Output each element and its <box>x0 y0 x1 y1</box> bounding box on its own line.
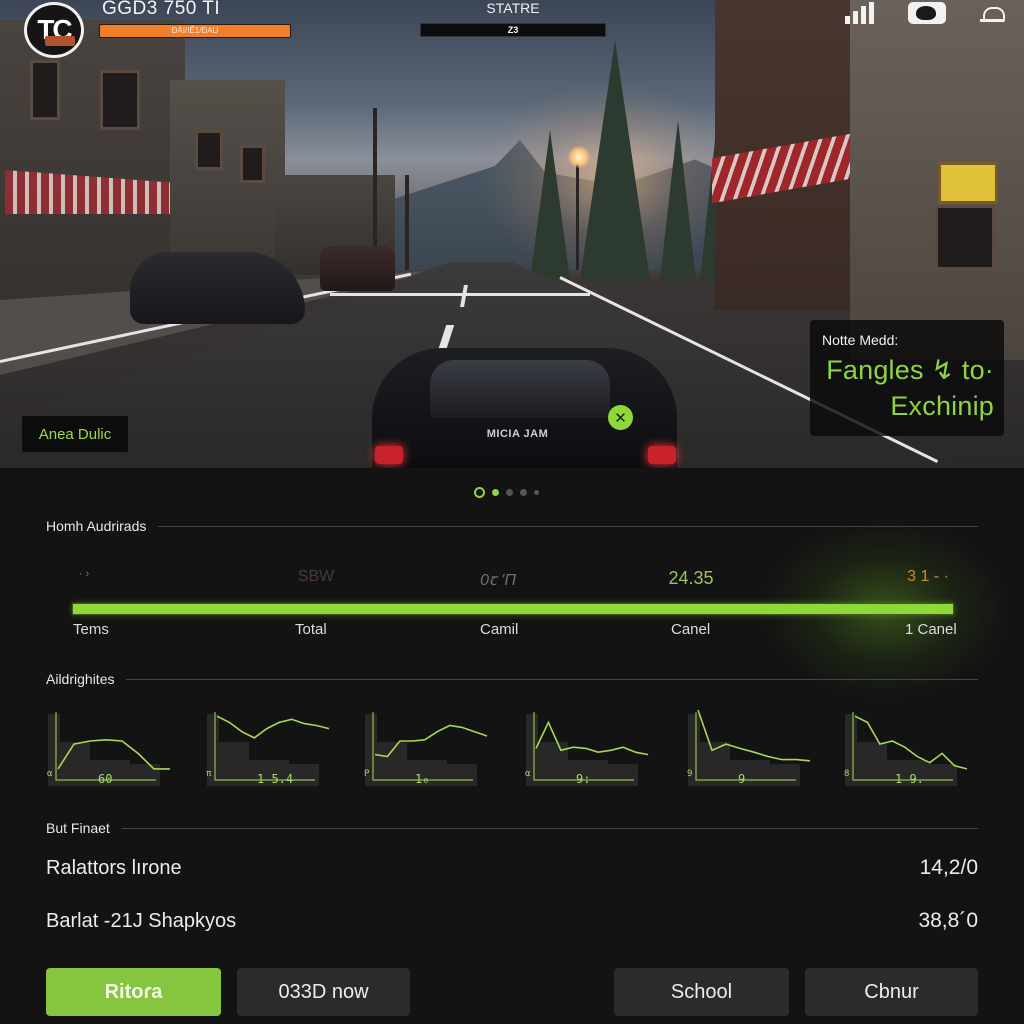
summary-label: 1 Canel <box>905 621 957 638</box>
chart-value-label: 1₀ <box>415 772 430 786</box>
chart-axis-label: 9 <box>687 769 692 779</box>
chart-bg-block <box>289 764 319 786</box>
highlight-charts: α 60 π 1 5.4 P 1₀ α 9: 9 9 8 1 9. <box>0 702 1024 794</box>
chart-line <box>216 715 330 739</box>
summary-label: Camil <box>480 621 519 638</box>
window <box>100 70 140 130</box>
utility-pole <box>405 175 409 270</box>
player-car-window <box>430 360 610 418</box>
chart-axis-label: α <box>525 769 531 779</box>
window <box>935 205 995 270</box>
details-title: But Finaet <box>46 820 110 836</box>
sparkline-chart[interactable]: α 9: <box>524 702 654 792</box>
detail-row: Ralattors lırone 14,2/0 <box>46 856 978 880</box>
hud-title: GGD3 750 TI <box>102 0 221 19</box>
notice-line-1: Fangles ↯ to· <box>826 355 994 385</box>
divider <box>126 678 978 680</box>
chart-bg-block <box>447 764 477 786</box>
window <box>30 60 60 120</box>
crosswalk-line <box>330 293 590 296</box>
gamepad-icon[interactable] <box>908 2 946 24</box>
summary-label: Tems <box>73 621 109 638</box>
chart-value-label: 9: <box>576 772 591 786</box>
hud-icon-tray <box>845 2 1005 24</box>
chart-value-label: 1 9. <box>895 772 924 786</box>
sparkline-chart[interactable]: 99 <box>686 702 816 792</box>
parked-car <box>130 252 305 324</box>
area-label: Anea Dulic <box>22 416 128 452</box>
carousel-dot[interactable] <box>520 489 527 496</box>
carousel-dot[interactable] <box>534 490 539 495</box>
notice-panel: Notte Medd: Fangles ↯ to· Exchinip <box>810 320 1004 436</box>
chart-axis-label: π <box>206 769 212 779</box>
sparkline-chart[interactable]: P 1₀ <box>363 702 493 792</box>
sparkline-chart[interactable]: 8 1 9. <box>843 702 973 792</box>
notice-body: Fangles ↯ to· Exchinip <box>820 352 994 424</box>
chart-bg-block <box>770 764 800 786</box>
chart-value-label: 60 <box>98 772 113 786</box>
taillight-right <box>648 446 676 464</box>
sparkline-chart[interactable]: α 60 <box>46 702 176 792</box>
primary-action-button[interactable]: Ritoɾa <box>46 968 221 1016</box>
window <box>240 145 265 183</box>
chart-bg-block <box>927 764 957 786</box>
carousel-dot[interactable] <box>492 489 499 496</box>
divider <box>121 827 978 829</box>
detail-key: Barlat -21J Shapkyos <box>46 909 237 932</box>
secondary-action-button[interactable]: 033D now <box>237 968 410 1016</box>
signal-icon[interactable] <box>845 2 874 24</box>
carousel-dot[interactable] <box>506 489 513 496</box>
summary-progress-bar <box>72 603 954 615</box>
sparkline-chart[interactable]: π 1 5.4 <box>205 702 335 792</box>
state-value: Z3 <box>420 23 606 37</box>
window <box>195 130 223 170</box>
summary-value: SBW <box>297 568 335 585</box>
street-lamp-pole <box>576 160 579 270</box>
summary-values: · › SBW 0ꞇ 'Π 24.35 3 1 - · <box>0 568 1024 589</box>
logo-emblem-icon <box>45 36 75 46</box>
summary-value: 3 1 - · <box>907 568 949 585</box>
chart-line <box>374 724 488 758</box>
school-button[interactable]: School <box>614 968 789 1016</box>
street-lamp-light <box>568 146 590 168</box>
taillight-left <box>375 446 403 464</box>
details-section-header: But Finaet <box>46 820 978 836</box>
detail-value: 14,2/0 <box>919 856 978 879</box>
summary-title: Homh Audrirads <box>46 518 147 534</box>
chart-value-label: 9 <box>738 772 746 786</box>
chart-bg-block <box>730 760 770 786</box>
detail-row: Barlat -21J Shapkyos 38,8´0 <box>46 909 978 933</box>
hud-progress-bar: ĐÀI/IẾ1/ĐAU <box>99 24 291 38</box>
summary-value: · › <box>78 568 90 580</box>
detail-value: 38,8´0 <box>918 909 978 932</box>
notice-line-2: Exchinip <box>890 391 994 421</box>
yellow-shop-sign <box>938 162 998 204</box>
highlights-section-header: Aildrighites <box>46 671 978 687</box>
waypoint-marker-icon[interactable]: ✕ <box>608 405 633 430</box>
carousel-dot[interactable] <box>474 487 485 498</box>
chart-value-label: 1 5.4 <box>257 772 294 786</box>
team-logo[interactable]: TC <box>24 2 84 58</box>
highlights-title: Aildrighites <box>46 671 115 687</box>
cbnur-button[interactable]: Cbnur <box>805 968 978 1016</box>
detail-key: Ralattors lırone <box>46 856 182 879</box>
chart-axis-label: P <box>364 769 370 779</box>
notice-title: Notte Medd: <box>822 332 899 348</box>
state-title: STATRE <box>486 0 540 16</box>
summary-label: Canel <box>671 621 711 638</box>
bell-icon[interactable] <box>980 2 1005 24</box>
chart-axis-label: α <box>47 769 53 779</box>
car-badge: MICIA JAM <box>486 428 549 440</box>
summary-value: 0ꞇ 'Π <box>480 572 516 589</box>
chart-axis-label: 8 <box>844 769 849 779</box>
chart-bg-block <box>608 764 638 786</box>
parked-truck <box>320 246 395 291</box>
summary-label: Total <box>295 621 327 638</box>
carousel-dots <box>474 487 539 498</box>
chart-bg-block <box>130 764 160 786</box>
summary-value: 24.35 <box>668 568 714 588</box>
